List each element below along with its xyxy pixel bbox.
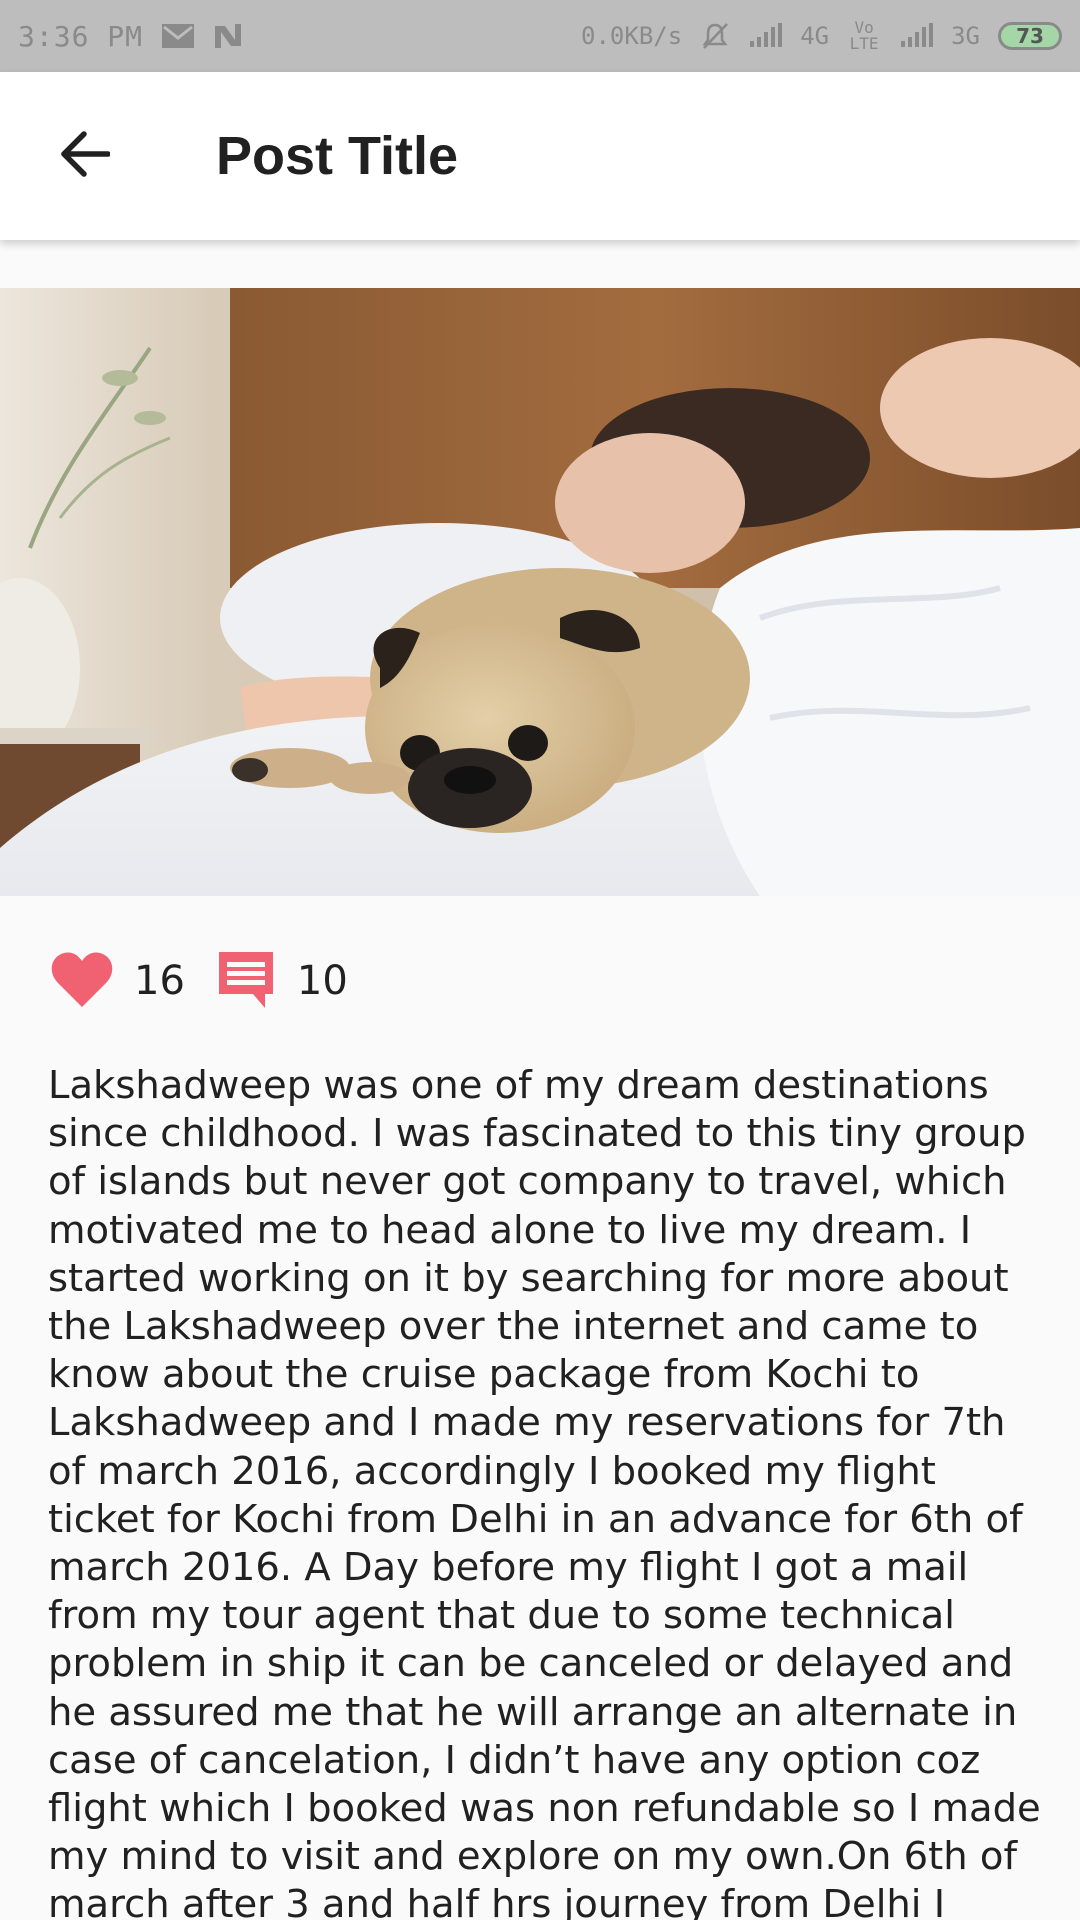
status-bar-right: 0.0KB/s 4G Vo LTE 3G 73 [581,20,1062,52]
sim1-network-type: 4G [800,22,830,50]
post-body: Lakshadweep was one of my dream destinat… [48,1063,1041,1920]
comment-button[interactable]: 10 [215,948,348,1014]
status-bar: 3:36 PM 0.0KB/s 4G Vo LTE 3G 73 [0,0,1080,72]
like-count: 16 [134,958,185,1004]
sim2-network-type: 3G [951,22,980,50]
signal-icon [748,23,783,49]
arrow-back-icon [58,130,111,182]
app-bar: Post Title [0,72,1080,240]
back-button[interactable] [34,106,134,206]
post-image [0,288,1080,896]
network-speed: 0.0KB/s [581,22,683,50]
comment-count: 10 [296,958,348,1004]
volte-badge: Vo LTE [849,18,879,53]
post-detail-screen: 3:36 PM 0.0KB/s 4G Vo LTE 3G 73 Post Tit… [0,0,1080,1920]
comment-icon [215,948,277,1014]
signal-icon [899,23,934,49]
page-title: Post Title [216,126,459,186]
mute-icon [700,21,730,51]
like-button[interactable]: 16 [50,949,185,1013]
gmail-icon [161,23,195,49]
heart-icon [50,949,114,1013]
n-app-icon [213,22,243,50]
status-bar-left: 3:36 PM [18,20,243,53]
status-time: 3:36 PM [18,19,144,53]
battery-indicator: 73 [998,22,1062,50]
post-stats: 16 10 [50,946,348,1016]
